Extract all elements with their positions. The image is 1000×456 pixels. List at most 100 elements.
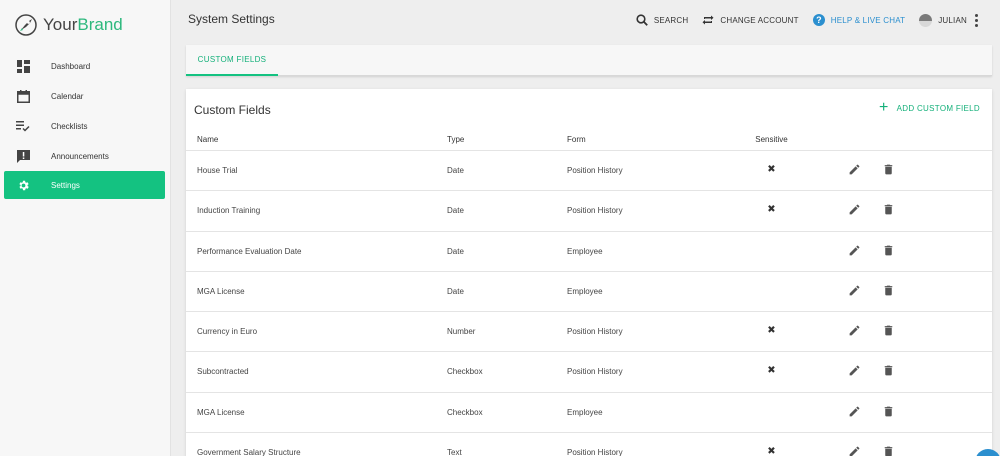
cell-sensitive: ✖ <box>767 204 776 216</box>
help-chat-button[interactable]: ? HELP & LIVE CHAT <box>812 14 906 26</box>
edit-icon[interactable] <box>848 163 861 178</box>
plus-icon: + <box>879 99 889 116</box>
user-name: JULIAN <box>938 15 967 25</box>
sidebar-item-label: Announcements <box>51 151 109 161</box>
table-row: Performance Evaluation Date Date Employee <box>186 232 992 272</box>
change-account-label: CHANGE ACCOUNT <box>720 15 799 25</box>
custom-fields-card: Custom Fields + ADD CUSTOM FIELD Name Ty… <box>186 89 992 456</box>
delete-icon[interactable] <box>882 364 895 379</box>
edit-icon[interactable] <box>848 324 861 339</box>
sidebar-item-calendar[interactable]: Calendar <box>0 81 170 111</box>
sidebar-item-settings[interactable]: Settings <box>4 171 165 199</box>
add-custom-field-button[interactable]: + ADD CUSTOM FIELD <box>879 99 980 116</box>
sidebar-item-dashboard[interactable]: Dashboard <box>0 51 170 81</box>
cell-sensitive: ✖ <box>767 446 776 456</box>
announcement-icon <box>16 149 30 163</box>
svg-text:?: ? <box>816 15 822 25</box>
sidebar-nav: Dashboard Calendar Checklists Announceme… <box>0 51 170 199</box>
table-row: Induction Training Date Position History ✖ <box>186 191 992 232</box>
delete-icon[interactable] <box>882 203 895 218</box>
edit-icon[interactable] <box>848 203 861 218</box>
rocket-icon <box>15 14 37 36</box>
table-row: Currency in Euro Number Position History ✖ <box>186 312 992 353</box>
cell-name: Government Salary Structure <box>197 448 301 456</box>
cell-form: Position History <box>567 166 623 175</box>
user-menu[interactable]: JULIAN <box>919 13 967 27</box>
delete-icon[interactable] <box>882 324 895 339</box>
cell-name: MGA License <box>197 407 245 417</box>
column-header-name: Name <box>197 135 219 144</box>
header-actions: SEARCH CHANGE ACCOUNT ? HELP & LIVE CHAT… <box>622 10 978 30</box>
table-row: MGA License Date Employee <box>186 272 992 313</box>
sidebar-item-label: Dashboard <box>51 61 91 71</box>
page-title: System Settings <box>188 12 275 26</box>
edit-icon[interactable] <box>848 244 861 259</box>
cell-sensitive: ✖ <box>767 164 776 175</box>
sidebar-item-announcements[interactable]: Announcements <box>0 141 170 171</box>
table-body: House Trial Date Position History ✖ Inductio… <box>186 151 992 456</box>
header: System Settings SEARCH CHANGE ACCOUNT ? … <box>172 0 1000 40</box>
search-button[interactable]: SEARCH <box>636 14 689 26</box>
search-icon <box>636 14 648 26</box>
swap-icon <box>702 15 714 25</box>
cell-type: Number <box>447 327 476 337</box>
cell-type: Date <box>447 166 464 175</box>
cell-type: Date <box>447 206 464 216</box>
column-header-type: Type <box>447 135 465 144</box>
sidebar-item-label: Calendar <box>51 91 84 101</box>
more-options-icon[interactable] <box>975 13 978 27</box>
sidebar: YourBrand Dashboard Calendar Checklists … <box>0 0 171 456</box>
delete-icon[interactable] <box>882 405 895 420</box>
cell-form: Position History <box>567 327 623 337</box>
cell-sensitive: ✖ <box>767 325 776 337</box>
cell-name: Performance Evaluation Date <box>197 246 302 256</box>
column-header-sensitive: Sensitive <box>755 135 788 144</box>
cell-sensitive: ✖ <box>767 365 776 377</box>
delete-icon[interactable] <box>882 284 895 299</box>
help-label: HELP & LIVE CHAT <box>830 15 906 25</box>
cell-type: Checkbox <box>447 367 483 377</box>
search-label: SEARCH <box>653 15 689 25</box>
cell-type: Text <box>447 448 462 456</box>
brand-name: YourBrand <box>43 15 123 34</box>
delete-icon[interactable] <box>882 445 895 456</box>
edit-icon[interactable] <box>848 284 861 299</box>
cell-name: MGA License <box>197 286 245 296</box>
delete-icon[interactable] <box>882 244 895 259</box>
cell-name: Induction Training <box>197 206 261 216</box>
edit-icon[interactable] <box>848 364 861 379</box>
table-row: Government Salary Structure Text Position … <box>186 433 992 456</box>
gear-icon <box>16 178 30 192</box>
cell-form: Employee <box>567 246 603 256</box>
table-row: Subcontracted Checkbox Position History ✖ <box>186 352 992 393</box>
cell-form: Position History <box>567 206 623 216</box>
cell-type: Date <box>447 286 464 296</box>
table-header: Name Type Form Sensitive <box>186 131 992 151</box>
delete-icon[interactable] <box>882 163 895 178</box>
table-row: MGA License Checkbox Employee <box>186 393 992 434</box>
edit-icon[interactable] <box>848 445 861 456</box>
cell-name: House Trial <box>197 166 238 175</box>
tab-custom-fields[interactable]: CUSTOM FIELDS <box>186 45 278 76</box>
cell-name: Subcontracted <box>197 367 249 377</box>
brand-logo[interactable]: YourBrand <box>14 12 123 38</box>
tab-bar: CUSTOM FIELDS <box>186 45 992 76</box>
sidebar-item-label: Checklists <box>51 121 88 131</box>
edit-icon[interactable] <box>848 405 861 420</box>
sidebar-item-checklists[interactable]: Checklists <box>0 111 170 141</box>
column-header-form: Form <box>567 135 586 144</box>
change-account-button[interactable]: CHANGE ACCOUNT <box>702 14 799 26</box>
card-title: Custom Fields <box>194 103 271 117</box>
cell-form: Employee <box>567 407 603 417</box>
sidebar-item-label: Settings <box>51 180 80 190</box>
table-row: House Trial Date Position History ✖ <box>186 151 992 192</box>
cell-form: Position History <box>567 367 623 377</box>
cell-type: Date <box>447 246 464 256</box>
cell-name: Currency in Euro <box>197 327 258 337</box>
cell-form: Position History <box>567 448 623 456</box>
help-icon: ? <box>812 14 825 26</box>
cell-form: Employee <box>567 286 603 296</box>
avatar <box>919 13 933 27</box>
dashboard-icon <box>16 59 30 73</box>
cell-type: Checkbox <box>447 407 483 417</box>
